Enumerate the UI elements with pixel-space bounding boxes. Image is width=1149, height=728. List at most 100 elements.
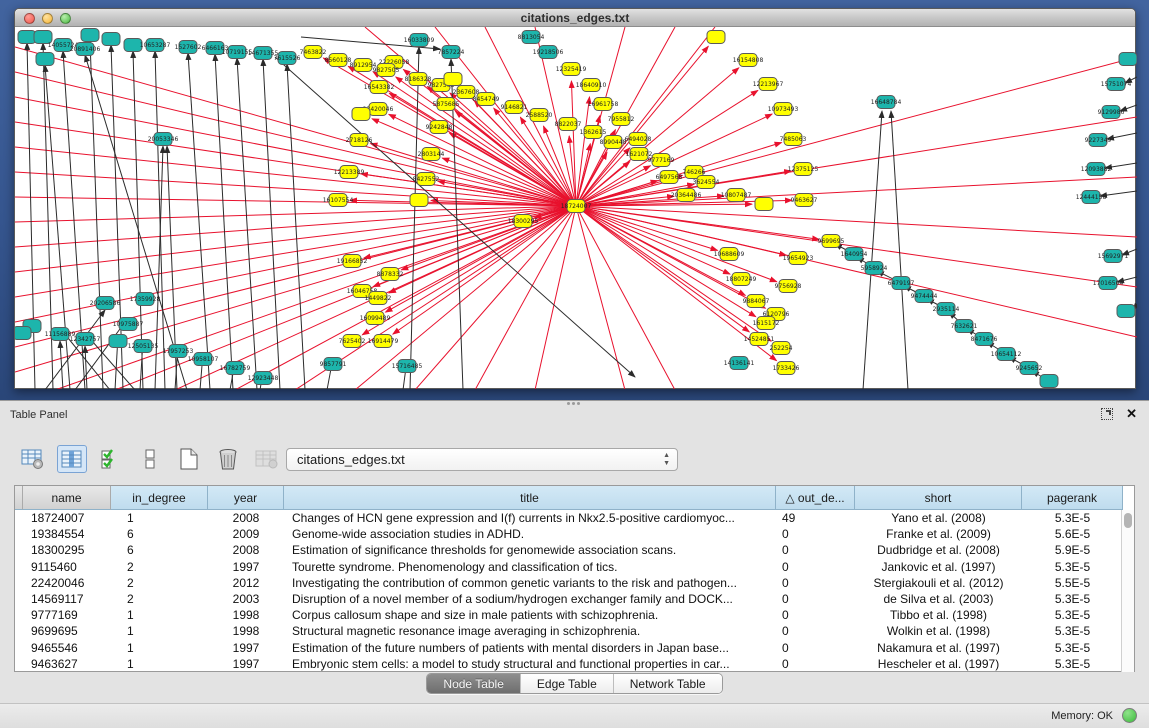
column-header-year[interactable]: year — [208, 486, 284, 510]
table-row[interactable]: 946554611997Estimation of the future num… — [15, 640, 1134, 656]
column-header-short[interactable]: short — [855, 486, 1022, 510]
graph-node-label: 12444158 — [1076, 194, 1107, 201]
table-row[interactable]: 1872400712008Changes of HCN gene express… — [15, 510, 1134, 526]
graph-node[interactable] — [102, 33, 120, 46]
graph-edge[interactable] — [401, 206, 576, 270]
graph-edge[interactable] — [576, 206, 749, 332]
network-window[interactable]: citations_edges.txt 18724007746382285601… — [14, 8, 1136, 389]
tab-network-table[interactable]: Network Table — [614, 674, 722, 693]
graph-node[interactable] — [410, 194, 428, 207]
table-cell: 2 — [111, 559, 208, 575]
node-table: namein_degreeyeartitle△ out_de...shortpa… — [14, 485, 1135, 672]
graph-edge[interactable] — [215, 54, 233, 389]
graph-edge[interactable] — [389, 206, 576, 293]
graph-node[interactable] — [444, 73, 462, 86]
graph-edge[interactable] — [535, 206, 576, 389]
memory-status-dot[interactable] — [1122, 708, 1137, 723]
graph-node-label: 12093882 — [1081, 166, 1112, 173]
graph-edge[interactable] — [15, 47, 576, 206]
graph-edge[interactable] — [415, 206, 576, 389]
graph-node-label: 1527602 — [175, 44, 202, 51]
table-row[interactable]: 969969511998Structural magnetic resonanc… — [15, 623, 1134, 639]
graph-edge[interactable] — [15, 197, 576, 206]
delete-trash-icon[interactable] — [213, 445, 243, 473]
unselect-rows-icon[interactable] — [135, 445, 165, 473]
column-header-gutter — [15, 486, 23, 510]
graph-node-label: 16099489 — [360, 315, 391, 322]
table-row[interactable]: 977716911998Corpus callosum shape and si… — [15, 607, 1134, 623]
column-header-in_degree[interactable]: in_degree — [111, 486, 208, 510]
splitter-drag-handle[interactable] — [567, 402, 581, 406]
table-cell: 5.9E-5 — [1022, 542, 1123, 558]
graph-edge[interactable] — [85, 346, 87, 389]
graph-edge[interactable] — [45, 310, 105, 389]
graph-edge[interactable] — [237, 58, 257, 389]
show-columns-icon[interactable] — [57, 445, 87, 473]
table-cell: 19384554 — [23, 526, 111, 542]
table-settings-icon[interactable] — [18, 445, 48, 473]
table-cell: 2 — [111, 575, 208, 591]
panel-title: Table Panel — [10, 409, 68, 421]
graph-node[interactable] — [755, 198, 773, 211]
graph-node[interactable] — [15, 327, 31, 340]
graph-edge[interactable] — [576, 206, 756, 317]
scrollbar-thumb[interactable] — [1124, 513, 1132, 528]
graph-node-label: 19166852 — [337, 258, 368, 265]
graph-node[interactable] — [1117, 305, 1135, 318]
graph-node[interactable] — [352, 108, 370, 121]
graph-node[interactable] — [18, 31, 36, 44]
network-canvas[interactable]: 1872400774638228560128891295422226058982… — [15, 27, 1137, 389]
window-titlebar[interactable]: citations_edges.txt — [15, 9, 1135, 27]
graph-edge[interactable] — [15, 172, 576, 206]
graph-edge[interactable] — [15, 147, 576, 206]
table-row[interactable]: 911546021997Tourette syndrome. Phenomeno… — [15, 559, 1134, 575]
graph-node[interactable] — [109, 335, 127, 348]
graph-edge[interactable] — [188, 53, 210, 389]
table-cell: 6 — [111, 542, 208, 558]
graph-node-label: 19218506 — [533, 49, 564, 56]
graph-edge[interactable] — [15, 97, 576, 206]
column-header-pagerank[interactable]: pagerank — [1022, 486, 1123, 510]
graph-edge[interactable] — [1107, 133, 1137, 139]
table-row[interactable]: 1938455462009Genome-wide association stu… — [15, 526, 1134, 542]
column-header-name[interactable]: name — [23, 486, 111, 510]
graph-edge[interactable] — [576, 57, 1137, 206]
graph-edge[interactable] — [85, 55, 187, 389]
tab-edge-table[interactable]: Edge Table — [521, 674, 614, 693]
tab-node-table[interactable]: Node Table — [427, 674, 521, 693]
graph-node[interactable] — [81, 29, 99, 42]
select-all-checks-icon[interactable] — [96, 445, 126, 473]
graph-edge[interactable] — [576, 206, 777, 282]
column-header-title[interactable]: title — [284, 486, 776, 510]
graph-edge[interactable] — [891, 111, 908, 389]
graph-edge[interactable] — [60, 341, 63, 389]
float-panel-icon[interactable] — [1101, 408, 1113, 420]
table-cell: 14569117 — [23, 591, 111, 607]
table-row[interactable]: 946362711997Embryonic stem cells: a mode… — [15, 656, 1134, 672]
graph-edge[interactable] — [576, 206, 675, 389]
graph-node[interactable] — [1119, 53, 1137, 66]
graph-node[interactable] — [707, 31, 725, 44]
table-row[interactable]: 1456911722003Disruption of a novel membe… — [15, 591, 1134, 607]
row-gutter — [15, 526, 23, 542]
graph-node-label: 14524851 — [744, 336, 775, 343]
graph-edge[interactable] — [263, 59, 280, 389]
graph-edge[interactable] — [576, 206, 1137, 287]
new-document-icon[interactable] — [174, 445, 204, 473]
table-vertical-scrollbar[interactable] — [1121, 510, 1134, 672]
close-panel-icon[interactable]: ✕ — [1126, 406, 1137, 422]
graph-node-label: 15716485 — [392, 363, 423, 370]
graph-node[interactable] — [36, 53, 54, 66]
table-cell: 1997 — [208, 640, 284, 656]
table-select-dropdown[interactable]: citations_edges.txt ▲▼ — [286, 448, 678, 471]
graph-node[interactable] — [1040, 375, 1058, 388]
table-row[interactable]: 2242004622012Investigating the contribut… — [15, 575, 1134, 591]
table-row[interactable]: 1830029562008Estimation of significance … — [15, 542, 1134, 558]
column-header-out_de[interactable]: △ out_de... — [776, 486, 855, 510]
row-gutter — [15, 542, 23, 558]
graph-node-label: 16543382 — [364, 84, 395, 91]
table-cell: 6 — [111, 526, 208, 542]
graph-edge[interactable] — [576, 97, 590, 206]
graph-node-label: 252254 — [770, 345, 793, 352]
graph-node-label: 16107554 — [323, 197, 354, 204]
